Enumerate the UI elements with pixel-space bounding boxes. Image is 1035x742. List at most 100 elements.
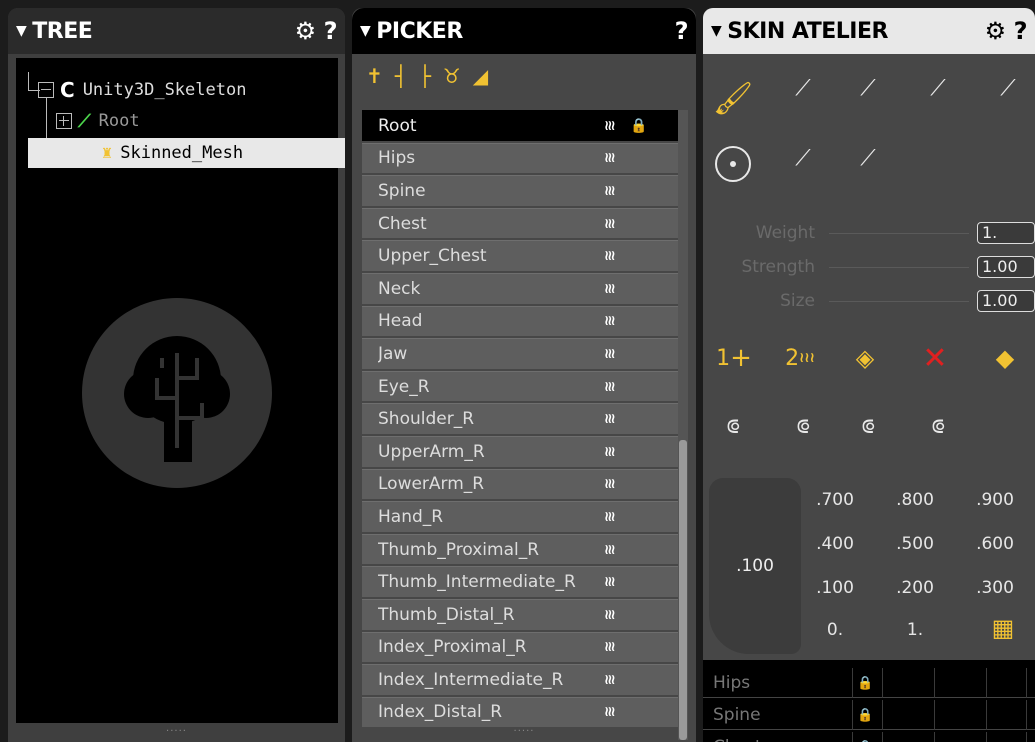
- bone-list-item[interactable]: Jaw ≀≀≀: [362, 338, 678, 369]
- bone-list-item[interactable]: UpperArm_R ≀≀≀: [362, 435, 678, 467]
- table-cell[interactable]: [935, 732, 987, 742]
- lock-icon[interactable]: 🔒: [853, 668, 883, 698]
- bone-list-item[interactable]: Chest ≀≀≀: [362, 207, 678, 239]
- weight-table[interactable]: Hips 🔒 Spine 🔒 Chest 🔒: [703, 660, 1035, 742]
- gear-icon[interactable]: ⚙: [985, 17, 1007, 45]
- preset-value-button[interactable]: .100: [805, 578, 865, 598]
- bone-picker-icon[interactable]: ✝: [366, 64, 383, 88]
- strength-field[interactable]: 1.00: [977, 256, 1035, 278]
- bone-branch-icon[interactable]: ├: [419, 64, 431, 88]
- skin-header[interactable]: ▼ SKIN ATELIER ⚙ ?: [703, 8, 1035, 54]
- bone-list-item[interactable]: Index_Intermediate_R ≀≀≀: [362, 664, 678, 695]
- table-cell[interactable]: [987, 700, 1027, 730]
- preset-value-button[interactable]: .200: [885, 578, 945, 598]
- collapse-arrow-icon[interactable]: ▼: [711, 23, 722, 39]
- resize-handle[interactable]: .....: [352, 723, 696, 734]
- table-cell[interactable]: [883, 732, 935, 742]
- circle-brush-icon[interactable]: [713, 144, 753, 184]
- tree-item-skeleton[interactable]: C Unity3D_Skeleton: [38, 75, 246, 105]
- help-button[interactable]: ?: [1014, 17, 1028, 45]
- show-weight-button[interactable]: ◈: [845, 338, 885, 378]
- flat-icon[interactable]: ◢: [473, 64, 488, 88]
- collapse-arrow-icon[interactable]: ▼: [16, 23, 27, 39]
- bone-list-item[interactable]: Root ≀≀≀ 🔒: [362, 110, 678, 141]
- tree-header[interactable]: ▼ TREE ⚙ ?: [8, 8, 345, 54]
- bone-list-item[interactable]: Shoulder_R ≀≀≀: [362, 403, 678, 434]
- table-cell[interactable]: [935, 700, 987, 730]
- select-brush-icon[interactable]: ⟋: [783, 138, 823, 178]
- x-ray-icon[interactable]: ♉: [443, 64, 461, 88]
- resize-handle[interactable]: .....: [8, 723, 345, 734]
- add-brush-icon[interactable]: ⟋: [783, 68, 823, 108]
- collapse-box-icon[interactable]: [38, 82, 54, 98]
- mirror-brush-icon[interactable]: ⟋: [848, 138, 888, 178]
- table-row[interactable]: Hips 🔒: [703, 668, 1035, 698]
- table-cell[interactable]: [883, 668, 935, 698]
- bone-list[interactable]: Root ≀≀≀ 🔒 Hips ≀≀≀ Spine ≀≀≀ Chest ≀≀≀ Upper_Che…: [362, 110, 678, 729]
- bone-list-item[interactable]: Head ≀≀≀: [362, 305, 678, 337]
- paste-weight-icon[interactable]: ⟃: [783, 406, 823, 446]
- size-slider[interactable]: [829, 300, 969, 302]
- expand-box-icon[interactable]: [56, 113, 72, 129]
- table-cell[interactable]: [883, 700, 935, 730]
- preset-value-button[interactable]: .600: [965, 534, 1025, 554]
- copy-weight-icon[interactable]: ⟃: [713, 406, 753, 446]
- preset-value-button[interactable]: 0.: [805, 620, 865, 640]
- strength-slider[interactable]: [829, 266, 969, 268]
- normalize-weight-button[interactable]: 2 ≀≀≀: [775, 338, 825, 378]
- preset-value-button[interactable]: .800: [885, 490, 945, 510]
- mesh-icon: ♜: [102, 143, 113, 163]
- collapse-arrow-icon[interactable]: ▼: [360, 23, 371, 39]
- bone-list-scrollbar[interactable]: [678, 110, 688, 740]
- remove-weight-button[interactable]: ✕: [915, 338, 955, 378]
- preset-value-button[interactable]: .300: [965, 578, 1025, 598]
- smooth-brush-icon[interactable]: ⟋: [848, 68, 888, 108]
- weight-waves-icon: ≀≀≀: [799, 350, 815, 366]
- table-row[interactable]: Spine 🔒: [703, 700, 1035, 730]
- picker-header[interactable]: ▼ PICKER ?: [352, 8, 696, 54]
- sharpen-brush-icon[interactable]: ⟋: [988, 68, 1028, 108]
- scrollbar-thumb[interactable]: [679, 440, 687, 740]
- prune-weight-icon[interactable]: ⟃: [918, 406, 958, 446]
- lock-icon[interactable]: 🔒: [853, 700, 883, 730]
- bone-list-item[interactable]: Eye_R ≀≀≀: [362, 370, 678, 402]
- tree-item-skinned-mesh[interactable]: ♜ Skinned_Mesh: [28, 138, 345, 168]
- bone-list-item[interactable]: Spine ≀≀≀: [362, 175, 678, 206]
- transfer-weight-icon[interactable]: ⟃: [848, 406, 888, 446]
- size-field[interactable]: 1.00: [977, 290, 1035, 312]
- table-cell[interactable]: [935, 668, 987, 698]
- bone-child-icon[interactable]: ┤: [395, 64, 407, 88]
- preset-value-button[interactable]: 1.: [885, 620, 945, 640]
- bone-list-item[interactable]: Neck ≀≀≀: [362, 272, 678, 304]
- mirror-weight-button[interactable]: ◆: [985, 338, 1025, 378]
- preset-value-button[interactable]: .400: [805, 534, 865, 554]
- lock-icon[interactable]: 🔒: [630, 118, 647, 134]
- bone-list-item[interactable]: Index_Proximal_R ≀≀≀: [362, 631, 678, 663]
- bone-list-item[interactable]: Hand_R ≀≀≀: [362, 501, 678, 532]
- bone-list-item[interactable]: Thumb_Proximal_R ≀≀≀: [362, 533, 678, 565]
- help-button[interactable]: ?: [675, 17, 689, 45]
- bone-list-item[interactable]: Hips ≀≀≀: [362, 142, 678, 174]
- weight-slider[interactable]: [829, 232, 969, 234]
- preset-value-button[interactable]: .500: [885, 534, 945, 554]
- preset-value-button[interactable]: .700: [805, 490, 865, 510]
- blur-brush-icon[interactable]: ⟋: [918, 68, 958, 108]
- table-cell[interactable]: [987, 668, 1027, 698]
- weight-table-icon[interactable]: ▦: [973, 608, 1033, 648]
- weight-knob[interactable]: .100: [709, 478, 801, 654]
- tree-view[interactable]: C Unity3D_Skeleton ⟋ Root ♜ Skinned_Mesh: [16, 58, 345, 723]
- table-cell[interactable]: [987, 732, 1027, 742]
- bone-list-item[interactable]: Thumb_Intermediate_R ≀≀≀: [362, 566, 678, 597]
- weight-field[interactable]: 1.: [977, 222, 1035, 244]
- help-button[interactable]: ?: [324, 17, 338, 45]
- add-weight-button[interactable]: 1 +: [709, 338, 759, 378]
- bone-list-item[interactable]: Upper_Chest ≀≀≀: [362, 240, 678, 271]
- bone-list-item[interactable]: Thumb_Distal_R ≀≀≀: [362, 598, 678, 630]
- gear-icon[interactable]: ⚙: [295, 17, 317, 45]
- table-row[interactable]: Chest 🔒: [703, 732, 1035, 742]
- preset-value-button[interactable]: .900: [965, 490, 1025, 510]
- lock-icon[interactable]: 🔒: [853, 732, 883, 742]
- bone-list-item[interactable]: LowerArm_R ≀≀≀: [362, 468, 678, 500]
- paint-brush-icon[interactable]: 🖌: [713, 78, 754, 118]
- tree-item-root[interactable]: ⟋ Root: [56, 106, 140, 136]
